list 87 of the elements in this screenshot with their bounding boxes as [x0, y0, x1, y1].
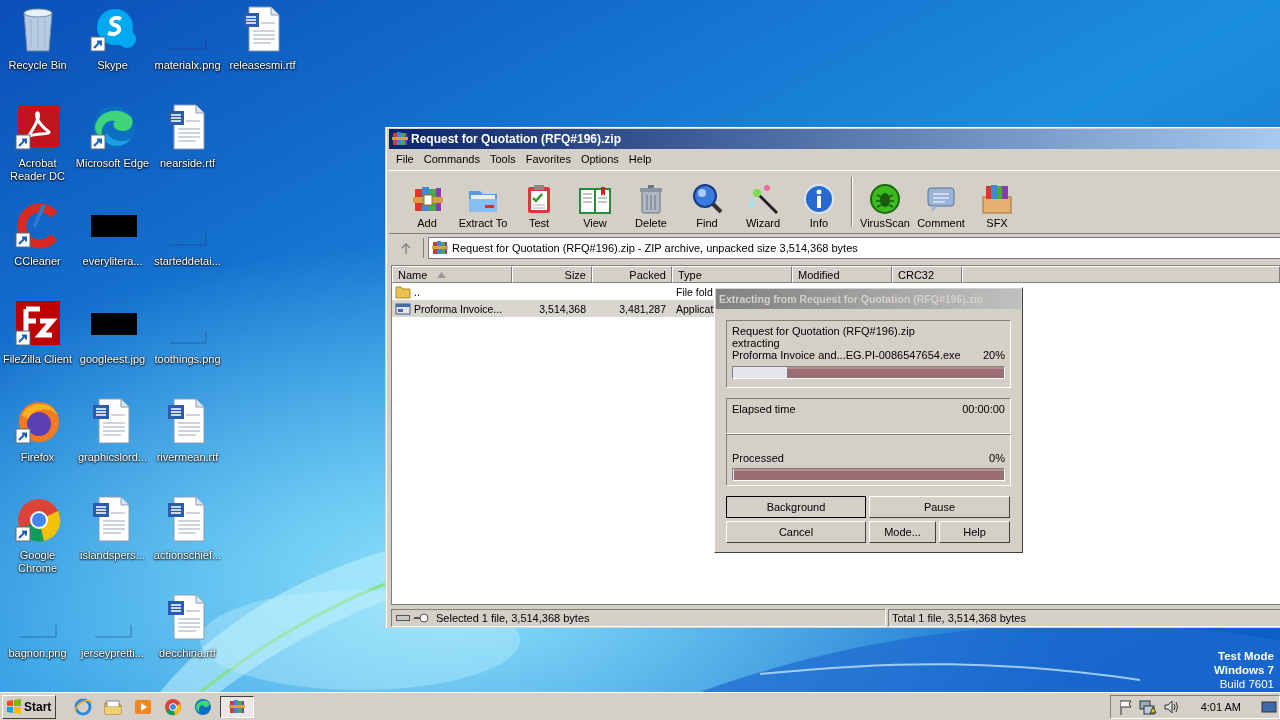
sort-arrow-icon	[437, 271, 447, 278]
column-header[interactable]: Type	[672, 266, 792, 283]
toolbar-icon	[747, 183, 779, 215]
desktop-icon[interactable]	[88, 103, 137, 151]
toolbar-icon	[981, 183, 1013, 215]
menu-item[interactable]: Favorites	[520, 150, 576, 167]
desktop-icon-label[interactable]: CCleaner	[0, 255, 76, 268]
os-notice-text: Windows 7	[1214, 663, 1274, 677]
taskbar-icon	[73, 696, 94, 717]
percent-text: 0%	[989, 451, 1005, 465]
menu-item[interactable]: Options	[575, 150, 624, 167]
toolbar-button[interactable]: Comment	[913, 183, 969, 233]
start-button[interactable]: Start	[2, 694, 57, 719]
toolbar-button[interactable]: SFX	[969, 183, 1025, 233]
table-cell: File fold	[676, 285, 713, 298]
toolbar-button[interactable]: Extract To	[455, 183, 511, 233]
clock[interactable]: 4:01 AM	[1200, 700, 1241, 713]
key-icon	[413, 613, 429, 623]
file-name: Proforma Invoice and...EG.PI-0086547654.exe	[732, 349, 961, 363]
elapsed-time: 00:00:00	[962, 403, 1005, 417]
table-cell: 3,481,287	[619, 302, 666, 315]
application-icon	[395, 300, 411, 317]
table-cell: Proforma Invoice...	[414, 302, 503, 315]
desktop-icon-label[interactable]: starteddetai...	[149, 255, 226, 268]
column-header[interactable]: Name	[392, 266, 512, 283]
desktop-icon-label[interactable]: materialx.png	[149, 59, 226, 72]
desktop-icon-label[interactable]: Acrobat Reader DC	[0, 157, 76, 183]
desktop-icon-label[interactable]: everylitera...	[74, 255, 151, 268]
desktop-icon-label[interactable]: nearside.rtf	[149, 157, 226, 170]
toolbar-button[interactable]: Test	[511, 183, 567, 233]
desktop-icon-label[interactable]: googleest.jpg	[74, 353, 151, 366]
desktop-icon-label[interactable]: Recycle Bin	[0, 59, 76, 72]
desktop-icon-label[interactable]: Skype	[74, 59, 151, 72]
desktop-icon-label[interactable]: FileZilla Client	[0, 353, 76, 366]
toolbar-icon	[691, 183, 723, 215]
windows-logo-icon	[6, 698, 22, 715]
column-header[interactable]: CRC32	[892, 266, 962, 283]
desktop-icon[interactable]	[13, 103, 62, 151]
taskbar-icon	[193, 696, 214, 717]
show-desktop-icon[interactable]	[1261, 698, 1277, 715]
column-header[interactable]: Size	[512, 266, 592, 283]
toolbar-button[interactable]: Find	[679, 183, 735, 233]
processed-label: Processed	[732, 451, 784, 465]
action-text: extracting	[732, 337, 781, 349]
status-text: Selected 1 file, 3,514,368 bytes	[436, 612, 590, 624]
speaker-icon[interactable]	[1162, 698, 1179, 715]
toolbar-button[interactable]: Add	[399, 183, 455, 233]
toolbar-button[interactable]: VirusScan	[857, 183, 913, 233]
dialog-button[interactable]: Pause	[869, 496, 1010, 518]
dialog-button[interactable]: Help	[939, 521, 1010, 543]
archive-icon	[432, 240, 448, 256]
desktop-icon-label[interactable]: Microsoft Edge	[74, 157, 151, 170]
os-notice-text: Build 7601	[1219, 677, 1274, 691]
toolbar-icon	[869, 183, 901, 215]
archive-icon	[392, 131, 408, 147]
window-title: Request for Quotation (RFQ#196).zip	[389, 129, 1280, 149]
column-header[interactable]: Packed	[592, 266, 672, 283]
elapsed-label: Elapsed time	[732, 403, 796, 417]
toolbar-button[interactable]: Delete	[623, 183, 679, 233]
percent-text: 20%	[982, 349, 1005, 363]
flag-icon[interactable]	[1118, 698, 1133, 715]
drive-icon	[396, 614, 410, 622]
column-header[interactable]: Modified	[792, 266, 892, 283]
folder-icon	[395, 283, 411, 300]
status-text: Total 1 file, 3,514,368 bytes	[892, 612, 1026, 624]
desktop-icon[interactable]	[13, 299, 62, 347]
desktop-icon-label[interactable]: releasesmi.rtf	[224, 59, 301, 72]
dialog-button[interactable]: Cancel	[726, 521, 866, 543]
taskbar-icon	[163, 696, 184, 717]
toolbar-button[interactable]: Wizard	[735, 183, 791, 233]
menu-item[interactable]: Commands	[418, 150, 485, 167]
menu-item[interactable]: Help	[623, 150, 657, 167]
network-icon[interactable]	[1138, 698, 1157, 715]
taskbar-button[interactable]	[220, 695, 255, 718]
toolbar-button[interactable]: View	[567, 183, 623, 233]
dialog-button[interactable]: Background	[726, 496, 866, 518]
toolbar-button[interactable]: Info	[791, 183, 847, 233]
dialog-button[interactable]: Mode...	[869, 521, 936, 543]
address-field[interactable]: Request for Quotation (RFQ#196).zip - ZIP archive, unpacked size 3,514,368 bytes	[428, 237, 1280, 259]
menu-item[interactable]: Tools	[485, 150, 521, 167]
os-notice-text: Test Mode	[1218, 649, 1274, 663]
table-cell: 3,514,368	[539, 302, 586, 315]
toolbar-icon	[803, 183, 835, 215]
table-cell: ..	[414, 285, 420, 298]
archive-name: Request for Quotation (RFQ#196).zip	[732, 325, 916, 337]
table-cell: Applicat	[676, 302, 714, 315]
menu-item[interactable]: File	[391, 150, 419, 167]
